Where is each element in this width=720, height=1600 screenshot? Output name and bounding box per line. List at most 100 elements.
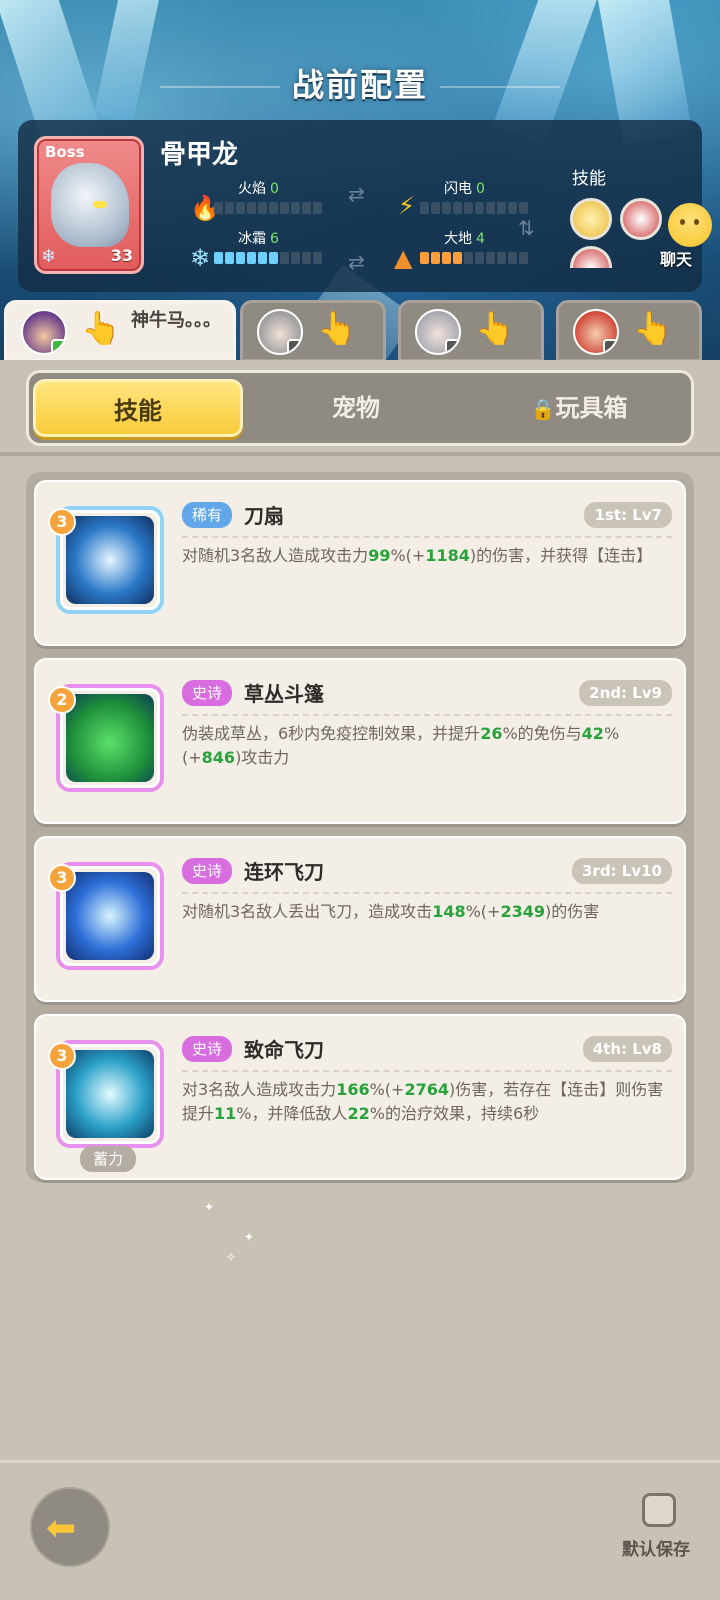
element-bar-segment (420, 202, 429, 214)
skill-name: 刀扇 (244, 504, 284, 528)
element-bar-segment (486, 202, 495, 214)
skill-description: 对随机3名敌人造成攻击力99%(+1184)的伤害，并获得【连击】 (182, 546, 653, 565)
skill-order-level: 1st: Lv7 (584, 502, 672, 528)
swap-arrows-icon: ⇄ (348, 250, 365, 274)
element-bar-segment (269, 202, 278, 214)
back-button[interactable]: ⬅ (30, 1487, 110, 1567)
skill-count-badge: 2 (48, 686, 76, 714)
skill-description: 对3名敌人造成攻击力166%(+2764)伤害，若存在【连击】则伤害提升11%，… (182, 1080, 664, 1123)
element-bar-segment (291, 252, 300, 264)
frost-stat: 冰霜 6 (238, 228, 279, 248)
category-tabs: 技能 宠物 🔒玩具箱 (26, 370, 694, 446)
skill-card[interactable]: 3 史诗 连环飞刀 3rd: Lv10 对随机3名敌人丢出飞刀，造成攻击148%… (34, 836, 686, 1002)
frost-bar (214, 252, 322, 264)
skill-card[interactable]: 3 蓄力 史诗 致命飞刀 4th: Lv8 对3名敌人造成攻击力166%(+27… (34, 1014, 686, 1180)
boss-card[interactable]: Boss ❄ 33 (34, 136, 144, 274)
hero-tab-3[interactable]: 👆 (398, 300, 544, 362)
chat-icon[interactable] (668, 203, 712, 247)
element-bar-segment (519, 202, 528, 214)
divider (0, 452, 720, 456)
element-bar-segment (214, 252, 223, 264)
back-arrow-icon: ⬅ (46, 1508, 77, 1549)
tap-hand-icon: 👆 (475, 309, 515, 347)
dashed-divider (182, 536, 672, 538)
boss-skills-label: 技能 (572, 169, 606, 189)
element-bar-segment (214, 202, 223, 214)
element-bar-segment (280, 202, 289, 214)
lightning-value: 0 (476, 181, 485, 197)
hero-avatar (415, 309, 461, 355)
lightning-stat: 闪电 0 (444, 178, 485, 198)
default-save-checkbox[interactable] (642, 1493, 676, 1527)
element-bar-segment (236, 202, 245, 214)
tab-toybox-label: 玩具箱 (555, 394, 628, 422)
bottom-bar: ⬅ 默认保存 (0, 1460, 720, 1600)
tab-skills[interactable]: 技能 (33, 379, 243, 437)
skill-order-level: 4th: Lv8 (582, 1036, 672, 1062)
element-bar-segment (247, 202, 256, 214)
tab-pets[interactable]: 宠物 (251, 379, 461, 437)
boss-portrait (51, 163, 129, 247)
element-bar-segment (258, 202, 267, 214)
lightning-bar (420, 202, 528, 214)
rarity-badge: 史诗 (182, 680, 233, 706)
tap-hand-icon: 👆 (81, 309, 121, 347)
element-bar-segment (519, 252, 528, 264)
sparkle-icon: ✦ (244, 1230, 255, 1244)
skill-card[interactable]: 2 史诗 草丛斗篷 2nd: Lv9 伪装成草丛，6秒内免疫控制效果，并提升26… (34, 658, 686, 824)
element-bar-segment (247, 252, 256, 264)
element-bar-segment (486, 252, 495, 264)
element-bar-segment (475, 202, 484, 214)
element-bar-segment (508, 252, 517, 264)
fire-bar (214, 202, 322, 214)
fire-stat: 火焰 0 (238, 178, 279, 198)
earth-bar (420, 252, 528, 264)
hero-avatar (573, 309, 619, 355)
rarity-badge: 史诗 (182, 1036, 233, 1062)
fire-label: 火焰 (238, 181, 266, 197)
hero-tab-1[interactable]: 👆 神牛马。。。 (4, 300, 236, 362)
earth-stat: 大地 4 (444, 228, 485, 248)
element-bar-segment (508, 202, 517, 214)
default-save-label[interactable]: 默认保存 (622, 1535, 690, 1560)
element-bar-segment (313, 252, 322, 264)
boss-skill-icon[interactable] (570, 198, 612, 240)
lightning-icon: ⚡ (398, 192, 415, 220)
tab-toybox[interactable]: 🔒玩具箱 (469, 379, 689, 437)
sparkle-icon: ✧ (226, 1250, 237, 1264)
swap-arrows-icon: ⇅ (518, 216, 535, 240)
skill-card[interactable]: 3 稀有 刀扇 1st: Lv7 对随机3名敌人造成攻击力99%(+1184)的… (34, 480, 686, 646)
skill-name: 连环飞刀 (244, 860, 324, 884)
boss-skill-icon[interactable] (620, 198, 662, 240)
element-bar-segment (475, 252, 484, 264)
boss-info-panel: Boss ❄ 33 骨甲龙 🔥 火焰 0 ⇄ ⚡ 闪电 0 ❄ 冰霜 6 ⇄ ▲ 大地 (18, 120, 702, 292)
element-bar-segment (269, 252, 278, 264)
element-bar-segment (291, 202, 300, 214)
earth-label: 大地 (444, 231, 472, 247)
skill-description: 伪装成草丛，6秒内免疫控制效果，并提升26%的免伤与42%(+846)攻击力 (182, 724, 620, 767)
hero-avatar (21, 309, 67, 355)
bot-badge-icon (603, 339, 617, 353)
lightning-label: 闪电 (444, 181, 472, 197)
hero-tab-2[interactable]: 👆 (240, 300, 386, 362)
rarity-badge: 稀有 (182, 502, 233, 528)
rarity-badge: 史诗 (182, 858, 233, 884)
skill-count-badge: 3 (48, 1042, 76, 1070)
skill-name: 致命飞刀 (244, 1038, 324, 1062)
fire-value: 0 (270, 181, 279, 197)
hero-tab-4[interactable]: 👆 (556, 300, 702, 362)
skill-order-level: 3rd: Lv10 (571, 858, 672, 884)
boss-level: 33 (110, 246, 133, 265)
chat-label[interactable]: 聊天 (660, 246, 692, 270)
skill-order-level: 2nd: Lv9 (579, 680, 672, 706)
element-bar-segment (497, 202, 506, 214)
boss-skill-icon[interactable] (570, 246, 612, 268)
dashed-divider (182, 1070, 672, 1072)
skill-description: 对随机3名敌人丢出飞刀，造成攻击148%(+2349)的伤害 (182, 902, 600, 921)
element-bar-segment (464, 252, 473, 264)
swap-arrows-icon: ⇄ (348, 182, 365, 206)
page-title: 战前配置 (291, 66, 428, 104)
dashed-divider (182, 714, 672, 716)
tap-hand-icon: 👆 (317, 309, 357, 347)
frost-element-icon: ❄ (190, 244, 211, 272)
